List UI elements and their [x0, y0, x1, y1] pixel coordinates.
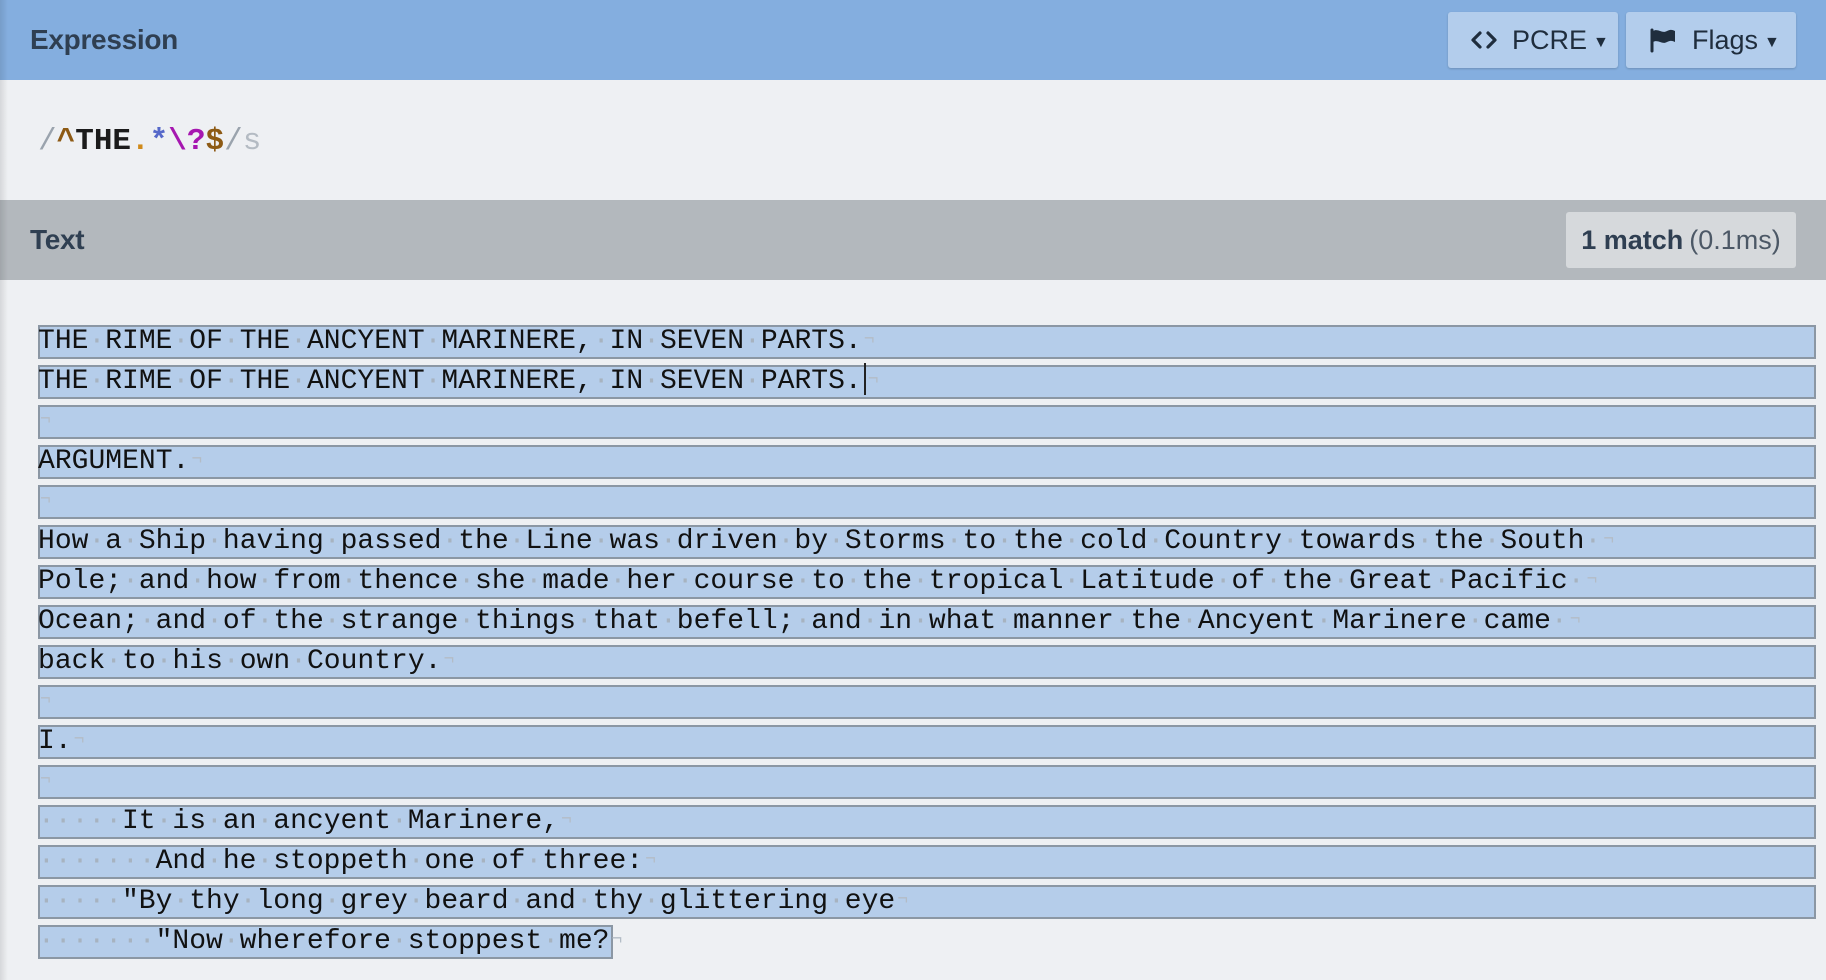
text-line-content: ·····"By·thy·long·grey·beard·and·thy·gli… [38, 886, 908, 917]
text-line-content: ARGUMENT. ¬ [38, 446, 202, 477]
text-line-content: I. ¬ [38, 726, 84, 757]
line-text: back·to·his·own·Country. ¬ [38, 646, 455, 677]
line-text: ¬ [38, 766, 51, 797]
match-count: 1 match [1581, 224, 1684, 255]
newline-marker: ¬ [443, 650, 455, 670]
newline-marker: ¬ [561, 810, 572, 830]
line-text: THE·RIME·OF·THE·ANCYENT·MARINERE,·IN·SEV… [38, 326, 875, 357]
line-text: Ocean;·and·of·the·strange·things·that·be… [38, 606, 1581, 637]
text-line[interactable]: back·to·his·own·Country. ¬ [38, 642, 1816, 682]
newline-marker: ¬ [40, 690, 51, 710]
text-line[interactable]: THE·RIME·OF·THE·ANCYENT·MARINERE,·IN·SEV… [38, 362, 1816, 402]
match-highlight [38, 765, 1816, 799]
text-line-content: Ocean;·and·of·the·strange·things·that·be… [38, 606, 1581, 637]
expression-editor[interactable]: /^THE.*\?$/s [0, 80, 1826, 200]
text-line-content: THE·RIME·OF·THE·ANCYENT·MARINERE,·IN·SEV… [38, 326, 875, 357]
expression-header: Expression PCRE ▼ Flags ▼ [0, 0, 1826, 80]
newline-marker: ¬ [897, 890, 909, 910]
newline-marker: ¬ [1603, 530, 1615, 550]
newline-marker: ¬ [1586, 570, 1598, 590]
text-line[interactable]: ¬ [38, 762, 1816, 802]
text-line[interactable]: ·····It·is·an·ancyent·Marinere, ¬ [38, 802, 1816, 842]
match-highlight [38, 445, 1816, 479]
text-line[interactable]: Ocean;·and·of·the·strange·things·that·be… [38, 602, 1816, 642]
text-cursor [863, 362, 866, 395]
line-text: ARGUMENT. ¬ [38, 446, 203, 477]
text-line[interactable]: ARGUMENT. ¬ [38, 442, 1816, 482]
text-line[interactable]: ¬ [38, 482, 1816, 522]
match-highlight [38, 725, 1816, 759]
match-highlight [38, 485, 1816, 519]
text-lines[interactable]: THE·RIME·OF·THE·ANCYENT·MARINERE,·IN·SEV… [38, 322, 1816, 962]
regex-flags[interactable]: s [243, 124, 262, 159]
newline-marker: ¬ [1569, 610, 1581, 630]
newline-marker: ¬ [611, 930, 623, 950]
text-line-content: THE·RIME·OF·THE·ANCYENT·MARINERE,·IN·SEV… [38, 362, 879, 397]
match-highlight [38, 405, 1816, 439]
newline-marker: ¬ [867, 370, 879, 390]
line-text: How·a·Ship·having·passed·the·Line·was·dr… [38, 526, 1615, 557]
newline-marker: ¬ [863, 330, 875, 350]
regex-expression[interactable]: /^THE.*\?$/s [38, 124, 261, 164]
text-line[interactable]: I. ¬ [38, 722, 1816, 762]
text-line-content: ·······"Now·wherefore·stoppest·me? ¬ [38, 926, 622, 957]
text-line-content: ·····It·is·an·ancyent·Marinere, ¬ [38, 806, 572, 837]
text-line-content: ¬ [38, 406, 51, 437]
text-line-content: ¬ [38, 486, 51, 517]
line-text: ¬ [38, 686, 51, 717]
match-count-badge[interactable]: 1 match (0.1ms) [1566, 212, 1796, 268]
flag-icon [1648, 27, 1678, 53]
match-highlight [38, 685, 1816, 719]
line-text: Pole;·and·how·from·thence·she·made·her·c… [38, 566, 1598, 597]
chevron-down-icon: ▼ [1764, 34, 1780, 51]
regex-dot: . [131, 124, 150, 159]
text-line-content: How·a·Ship·having·passed·the·Line·was·dr… [38, 526, 1614, 557]
newline-marker: ¬ [73, 730, 85, 750]
regex-close-delimiter: / [224, 124, 243, 159]
text-line[interactable]: ·······And·he·stoppeth·one·of·three: ¬ [38, 842, 1816, 882]
newline-marker: ¬ [40, 490, 51, 510]
newline-marker: ¬ [40, 770, 51, 790]
flags-dropdown-button[interactable]: Flags ▼ [1626, 12, 1796, 68]
newline-marker: ¬ [40, 410, 51, 430]
chevron-down-icon: ▼ [1593, 34, 1609, 51]
text-line-content: ¬ [38, 766, 51, 797]
code-brackets-icon [1470, 30, 1498, 50]
line-text: ·····It·is·an·ancyent·Marinere, ¬ [38, 806, 572, 837]
line-text: ·······And·he·stoppeth·one·of·three: ¬ [38, 846, 656, 877]
line-text: ·····"By·thy·long·grey·beard·and·thy·gli… [38, 886, 909, 917]
text-line[interactable]: ¬ [38, 682, 1816, 722]
newline-marker: ¬ [645, 850, 656, 870]
line-text: ¬ [38, 486, 51, 517]
pcre-label: PCRE [1512, 24, 1588, 55]
regex-quantifier: * [149, 124, 169, 159]
line-text: THE·RIME·OF·THE·ANCYENT·MARINERE,·IN·SEV… [38, 362, 879, 397]
line-text: I. ¬ [38, 726, 85, 757]
text-header: Text 1 match (0.1ms) [0, 200, 1826, 280]
match-time: (0.1ms) [1689, 224, 1781, 255]
text-line[interactable]: THE·RIME·OF·THE·ANCYENT·MARINERE,·IN·SEV… [38, 322, 1816, 362]
text-line-content: Pole;·and·how·from·thence·she·made·her·c… [38, 566, 1597, 597]
text-title: Text [30, 224, 85, 255]
text-line[interactable]: ·······"Now·wherefore·stoppest·me? ¬ [38, 922, 1614, 962]
text-line[interactable]: ¬ [38, 402, 1816, 442]
text-line[interactable]: How·a·Ship·having·passed·the·Line·was·dr… [38, 522, 1816, 562]
expression-title: Expression [30, 24, 178, 55]
line-text: ·······"Now·wherefore·stoppest·me? ¬ [38, 926, 623, 957]
regex-literal: THE [75, 124, 132, 159]
line-text: ¬ [38, 406, 51, 437]
pcre-dropdown-button[interactable]: PCRE ▼ [1448, 12, 1618, 68]
regex-end-anchor: $ [205, 124, 225, 159]
test-string-editor[interactable]: THE·RIME·OF·THE·ANCYENT·MARINERE,·IN·SEV… [0, 280, 1826, 980]
regex-start-anchor: ^ [56, 124, 76, 159]
regex-escaped-char: \? [168, 124, 206, 159]
text-line[interactable]: Pole;·and·how·from·thence·she·made·her·c… [38, 562, 1816, 602]
regex-open-delimiter: / [38, 124, 57, 159]
newline-marker: ¬ [191, 450, 203, 470]
text-line-content: back·to·his·own·Country. ¬ [38, 646, 454, 677]
text-line-content: ¬ [38, 686, 51, 717]
text-line[interactable]: ·····"By·thy·long·grey·beard·and·thy·gli… [38, 882, 1816, 922]
text-line-content: ·······And·he·stoppeth·one·of·three: ¬ [38, 846, 656, 877]
flags-label: Flags [1692, 24, 1759, 55]
